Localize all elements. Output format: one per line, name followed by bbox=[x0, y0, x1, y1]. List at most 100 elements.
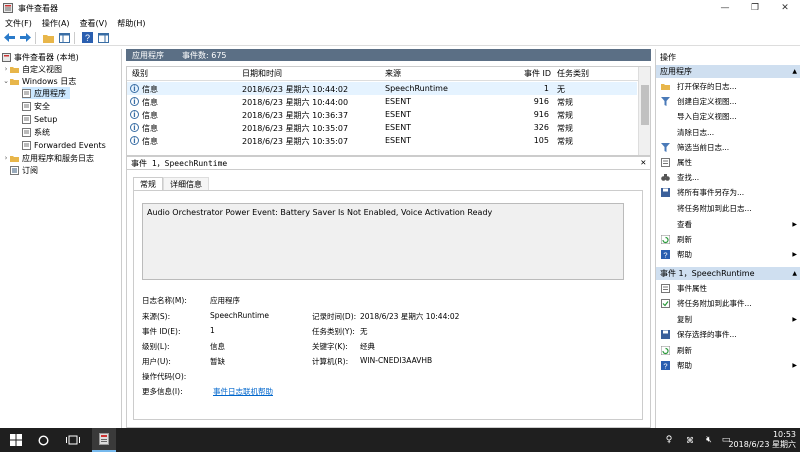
action-find[interactable]: 查找... bbox=[656, 171, 800, 184]
minimize-button[interactable]: — bbox=[710, 0, 740, 16]
table-row[interactable]: i 信息 2018/6/23 星期六 10:44:02 SpeechRuntim… bbox=[127, 82, 637, 95]
action-refresh[interactable]: 刷新 bbox=[656, 233, 800, 246]
action-clear-log[interactable]: 清除日志... bbox=[656, 126, 800, 139]
collapse-icon[interactable]: ▲ bbox=[792, 68, 797, 75]
cell-date: 2018/6/23 星期六 10:44:02 bbox=[242, 85, 349, 94]
tree-item-forwarded-events[interactable]: Forwarded Events bbox=[22, 139, 106, 151]
expand-icon[interactable]: › bbox=[2, 154, 10, 162]
maximize-button[interactable]: ❐ bbox=[740, 0, 770, 16]
close-icon[interactable]: ✕ bbox=[641, 158, 646, 168]
people-icon[interactable]: ♀ bbox=[662, 428, 676, 452]
speaker-muted-icon[interactable]: 🔇︎ bbox=[702, 428, 716, 452]
scrollbar-thumb[interactable] bbox=[641, 85, 649, 125]
action-view[interactable]: 查看 ▶ bbox=[656, 218, 800, 231]
properties-icon bbox=[661, 158, 670, 167]
column-header-source[interactable]: 来源 bbox=[385, 68, 401, 79]
table-row[interactable]: i 信息 2018/6/23 星期六 10:35:07 ESENT 105 常规 bbox=[127, 134, 637, 147]
detail-title: 事件 1，SpeechRuntime bbox=[131, 158, 228, 168]
grid-scrollbar[interactable] bbox=[638, 67, 650, 155]
action-copy[interactable]: 复制 ▶ bbox=[656, 313, 800, 326]
cell-event-id: 1 bbox=[543, 84, 549, 93]
svg-text:?: ? bbox=[663, 362, 667, 371]
actions-section-application[interactable]: 应用程序 ▲ bbox=[656, 65, 800, 78]
collapse-icon[interactable]: ⌄ bbox=[2, 77, 10, 85]
show-action-pane-button[interactable] bbox=[96, 31, 110, 44]
cortana-circle-icon bbox=[37, 434, 49, 446]
binoculars-icon bbox=[661, 174, 670, 181]
cell-date: 2018/6/23 星期六 10:35:07 bbox=[242, 124, 349, 133]
tab-general[interactable]: 常规 bbox=[133, 177, 163, 190]
tree-item-setup[interactable]: Setup bbox=[22, 113, 57, 125]
back-button[interactable] bbox=[2, 31, 16, 44]
cell-date: 2018/6/23 星期六 10:35:07 bbox=[242, 137, 349, 146]
action-attach-task-to-log[interactable]: 将任务附加到此日志... bbox=[656, 202, 800, 215]
tree-item-security[interactable]: 安全 bbox=[22, 100, 50, 112]
action-label: 事件属性 bbox=[677, 284, 707, 293]
label-log-name: 日志名称(M): bbox=[142, 296, 187, 305]
title-bar: 事件查看器 — ❐ ✕ bbox=[0, 0, 800, 16]
folder-icon bbox=[10, 78, 19, 85]
cell-source: SpeechRuntime bbox=[385, 84, 448, 93]
action-event-properties[interactable]: 事件属性 bbox=[656, 282, 800, 295]
menu-view[interactable]: 查看(V) bbox=[75, 18, 113, 29]
action-label: 清除日志... bbox=[677, 128, 715, 137]
column-header-date[interactable]: 日期和时间 bbox=[242, 68, 282, 79]
action-refresh-event[interactable]: 刷新 bbox=[656, 344, 800, 357]
actions-section-event[interactable]: 事件 1，SpeechRuntime ▲ bbox=[656, 267, 800, 280]
task-view-button[interactable] bbox=[62, 428, 84, 452]
start-button[interactable] bbox=[4, 428, 28, 452]
menu-file[interactable]: 文件(F) bbox=[0, 18, 37, 29]
submenu-arrow-icon: ▶ bbox=[792, 362, 797, 369]
action-save-all-events[interactable]: 将所有事件另存为... bbox=[656, 186, 800, 199]
actions-title: 操作 bbox=[660, 52, 676, 62]
search-button[interactable] bbox=[32, 428, 54, 452]
expand-icon[interactable]: › bbox=[2, 65, 10, 73]
tree-item-custom-views[interactable]: › 自定义视图 bbox=[2, 63, 62, 75]
event-message[interactable]: Audio Orchestrator Power Event: Battery … bbox=[142, 203, 624, 280]
help-button[interactable]: ? bbox=[80, 31, 94, 44]
network-icon[interactable]: ⌘ bbox=[683, 428, 697, 452]
event-detail-pane: 事件 1，SpeechRuntime ✕ 常规 详细信息 Audio Orche… bbox=[126, 156, 651, 428]
tab-details[interactable]: 详细信息 bbox=[163, 177, 209, 190]
column-header-task[interactable]: 任务类别 bbox=[557, 68, 589, 79]
action-properties[interactable]: 属性 bbox=[656, 156, 800, 169]
action-filter-current-log[interactable]: 筛选当前日志... bbox=[656, 141, 800, 154]
close-button[interactable]: ✕ bbox=[770, 0, 800, 16]
action-label: 帮助 bbox=[677, 250, 692, 259]
clock[interactable]: 10:53 2018/6/23 星期六 bbox=[728, 430, 796, 450]
action-open-saved-log[interactable]: 打开保存的日志... bbox=[656, 80, 800, 93]
action-help[interactable]: ? 帮助 ▶ bbox=[656, 248, 800, 261]
table-row[interactable]: i 信息 2018/6/23 星期六 10:36:37 ESENT 916 常规 bbox=[127, 108, 637, 121]
menu-help[interactable]: 帮助(H) bbox=[112, 18, 150, 29]
label-user: 用户(U): bbox=[142, 357, 171, 366]
action-create-custom-view[interactable]: 创建自定义视图... bbox=[656, 95, 800, 108]
show-hide-tree-button[interactable] bbox=[57, 31, 71, 44]
tree-item-system[interactable]: 系统 bbox=[22, 126, 50, 138]
column-header-level[interactable]: 级别 bbox=[132, 68, 148, 79]
action-import-custom-view[interactable]: 导入自定义视图... bbox=[656, 110, 800, 123]
grid-header: 级别 日期和时间 来源 事件 ID 任务类别 bbox=[127, 67, 650, 81]
cell-event-id: 916 bbox=[533, 97, 549, 106]
tree-item-subscriptions[interactable]: 订阅 bbox=[2, 164, 38, 176]
forward-button[interactable] bbox=[18, 31, 32, 44]
action-help-event[interactable]: ? 帮助 ▶ bbox=[656, 359, 800, 372]
tree-item-app-service-logs[interactable]: › 应用程序和服务日志 bbox=[2, 152, 94, 164]
collapse-icon[interactable]: ▲ bbox=[792, 270, 797, 277]
folder-icon bbox=[10, 155, 19, 162]
tree-item-root[interactable]: 事件查看器 (本地) bbox=[2, 51, 79, 63]
table-row[interactable]: i 信息 2018/6/23 星期六 10:44:00 ESENT 916 常规 bbox=[127, 95, 637, 108]
menu-action[interactable]: 操作(A) bbox=[37, 18, 75, 29]
menu-bar: 文件(F) 操作(A) 查看(V) 帮助(H) bbox=[0, 16, 800, 30]
taskbar-event-viewer[interactable] bbox=[92, 428, 116, 452]
action-attach-task-to-event[interactable]: 将任务附加到此事件... bbox=[656, 297, 800, 310]
up-folder-button[interactable] bbox=[41, 31, 55, 44]
tree-item-application[interactable]: 应用程序 bbox=[22, 87, 70, 99]
action-pane-icon bbox=[97, 32, 109, 43]
column-header-event-id[interactable]: 事件 ID bbox=[524, 68, 551, 79]
more-info-link[interactable]: 事件日志联机帮助 bbox=[213, 386, 273, 397]
action-save-selected-events[interactable]: 保存选择的事件... bbox=[656, 328, 800, 341]
value-event-id: 1 bbox=[210, 326, 215, 335]
action-label: 查看 bbox=[677, 220, 692, 229]
tree-item-windows-logs[interactable]: ⌄ Windows 日志 bbox=[2, 75, 76, 87]
table-row[interactable]: i 信息 2018/6/23 星期六 10:35:07 ESENT 326 常规 bbox=[127, 121, 637, 134]
